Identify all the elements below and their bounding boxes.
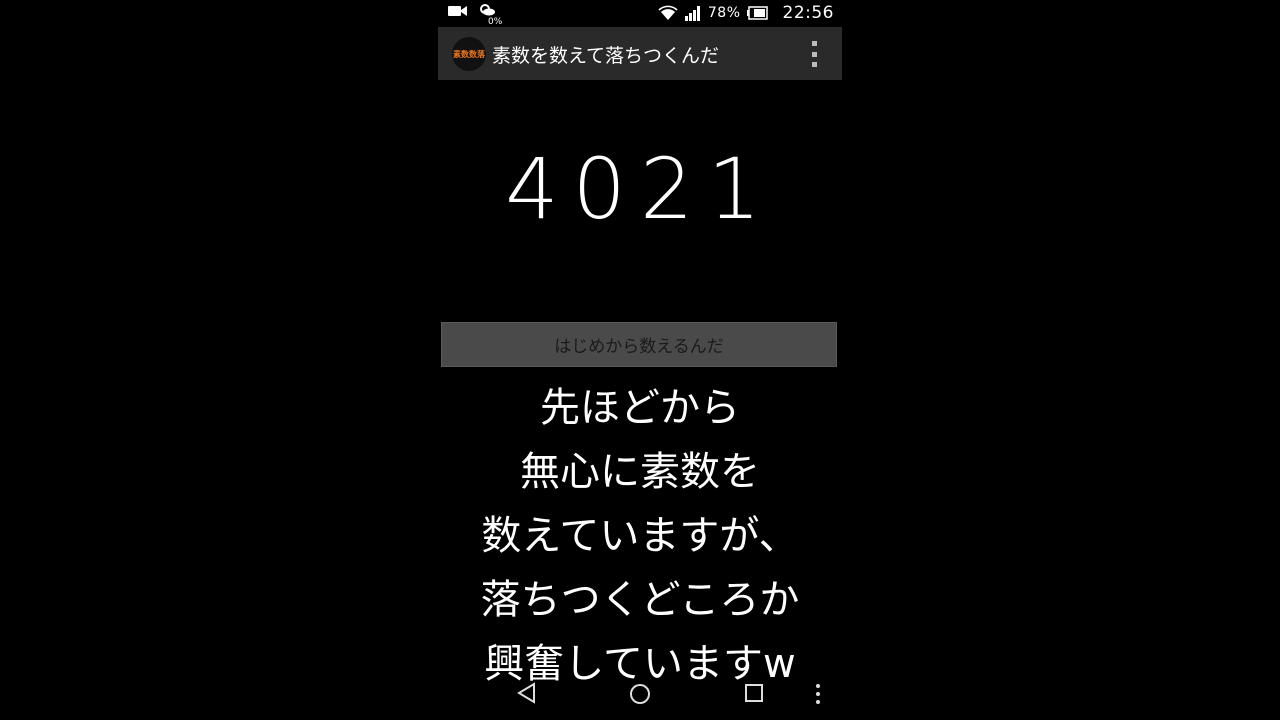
wifi-icon — [658, 5, 678, 21]
caption-line: 興奮していますw — [484, 641, 796, 687]
caption-line: 先ほどから — [540, 385, 740, 431]
video-caption: 先ほどから 無心に素数を 数えていますが、 落ちつくどころか 興奮していますw — [420, 376, 860, 696]
menu-dot — [811, 41, 817, 46]
menu-dot — [811, 51, 817, 57]
app-logo: 素数数落 — [452, 37, 486, 71]
app-title: 素数を数えて落ちつくんだ — [492, 45, 720, 67]
caption-line: 無心に素数を — [520, 449, 760, 495]
prime-counter: 4021 — [505, 140, 775, 238]
app-bar: 素数数落 素数を数えて落ちつくんだ — [438, 27, 842, 80]
battery-icon — [746, 6, 769, 20]
weather-icon — [478, 4, 496, 16]
video-camera-icon — [448, 4, 468, 18]
caption-line: 落ちつくどころか — [480, 577, 800, 623]
menu-dot — [811, 62, 817, 67]
battery-percent: 78% — [707, 5, 741, 21]
caption-line: 数えていますが、 — [481, 513, 799, 559]
status-bar: 0% 78% 22:56 — [438, 0, 842, 27]
weather-percent: 0% — [488, 17, 503, 27]
clock: 22:56 — [782, 3, 834, 23]
overflow-menu-icon[interactable] — [804, 41, 824, 67]
restart-count-button[interactable]: はじめから数えるんだ — [441, 322, 837, 367]
signal-icon — [684, 5, 702, 21]
